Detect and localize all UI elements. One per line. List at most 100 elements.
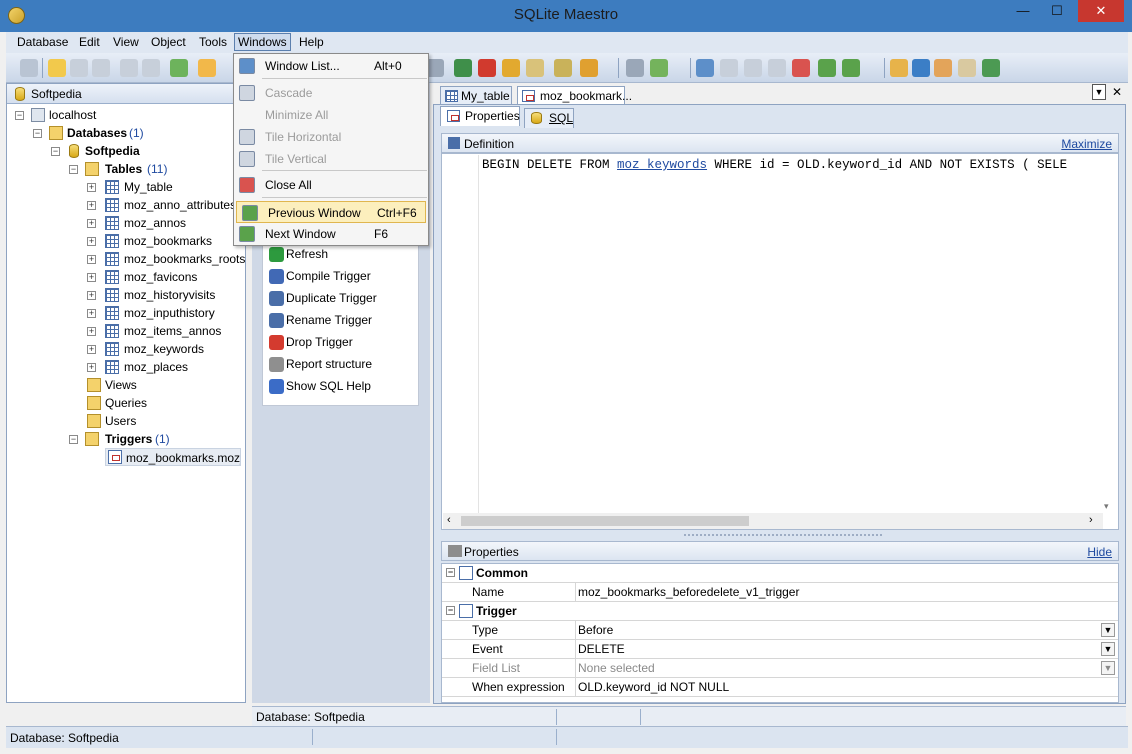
tile-horizontal-icon[interactable] — [744, 59, 762, 77]
vertical-scrollbar[interactable]: ▾ — [1102, 155, 1118, 513]
collapse-icon[interactable]: − — [33, 129, 42, 138]
dropdown-arrow-icon[interactable]: ▼ — [1101, 661, 1115, 675]
bug-icon[interactable] — [580, 59, 598, 77]
expand-icon[interactable]: + — [87, 219, 96, 228]
property-value[interactable]: moz_bookmarks_beforedelete_v1_trigger — [578, 583, 799, 601]
previous-window-icon[interactable] — [818, 59, 836, 77]
tab-moz-bookmarks-trigger[interactable]: moz_bookmark... — [517, 86, 632, 106]
expand-icon[interactable]: + — [87, 345, 96, 354]
maximize-link[interactable]: Maximize — [1061, 137, 1112, 151]
action-item[interactable]: Report structure — [269, 354, 414, 374]
action-item[interactable]: Duplicate Trigger — [269, 288, 414, 308]
sql-editor[interactable] — [441, 153, 1119, 530]
edit-database-icon[interactable] — [70, 59, 88, 77]
action-item[interactable]: Rename Trigger — [269, 310, 414, 330]
hide-link[interactable]: Hide — [1087, 545, 1112, 559]
mail-icon[interactable] — [958, 59, 976, 77]
user-icon[interactable] — [934, 59, 952, 77]
globe-icon[interactable] — [912, 59, 930, 77]
action-item[interactable]: Show SQL Help — [269, 376, 414, 396]
image-icon[interactable] — [454, 59, 472, 77]
collapse-icon[interactable]: − — [69, 165, 78, 174]
menu-view[interactable]: View — [113, 35, 139, 49]
dropdown-arrow-icon[interactable]: ▼ — [1101, 623, 1115, 637]
menu-item[interactable]: Next Window F6 — [234, 223, 428, 245]
action-item[interactable]: Compile Trigger — [269, 266, 414, 286]
refresh-icon[interactable] — [170, 59, 188, 77]
menu-database[interactable]: Database — [17, 35, 68, 49]
property-category[interactable]: − Common — [442, 564, 1118, 583]
minimize-button[interactable]: — — [1006, 0, 1040, 22]
tab-close-icon[interactable]: ✕ — [1110, 84, 1124, 100]
horizontal-scrollbar[interactable]: ‹ › — [443, 513, 1103, 529]
action-item[interactable]: Drop Trigger — [269, 332, 414, 352]
property-value[interactable]: Before — [578, 621, 613, 639]
next-window-icon[interactable] — [842, 59, 860, 77]
filter-icon[interactable] — [626, 59, 644, 77]
scroll-left-icon[interactable]: ‹ — [447, 514, 451, 526]
expand-icon[interactable]: + — [87, 309, 96, 318]
sort-icon[interactable] — [650, 59, 668, 77]
expand-icon[interactable]: + — [87, 201, 96, 210]
package-icon[interactable] — [502, 59, 520, 77]
expand-icon[interactable]: + — [87, 363, 96, 372]
tree-trigger-item[interactable]: moz_bookmarks.moz_bo — [105, 448, 241, 466]
property-row[interactable]: Event DELETE ▼ — [442, 640, 1118, 659]
home-icon[interactable] — [890, 59, 908, 77]
database-properties-icon[interactable] — [198, 59, 216, 77]
tab-dropdown-icon[interactable]: ▼ — [1092, 84, 1106, 100]
maximize-button[interactable]: ☐ — [1040, 0, 1074, 22]
property-value[interactable]: OLD.keyword_id NOT NULL — [578, 678, 729, 696]
window-list-icon[interactable] — [696, 59, 714, 77]
expand-icon[interactable]: + — [87, 273, 96, 282]
close-button[interactable]: ✕ — [1078, 0, 1124, 22]
code-link[interactable]: moz_keywords — [617, 158, 707, 172]
expand-icon[interactable]: + — [87, 237, 96, 246]
collapse-icon[interactable]: − — [446, 606, 455, 615]
scroll-down-icon[interactable]: ▾ — [1104, 501, 1109, 512]
connect-icon[interactable] — [120, 59, 138, 77]
property-value[interactable]: DELETE — [578, 640, 625, 658]
cascade-icon[interactable] — [720, 59, 738, 77]
tile-vertical-icon[interactable] — [768, 59, 786, 77]
subtab-sql[interactable]: SQL — [524, 108, 574, 128]
collapse-icon[interactable]: − — [446, 568, 455, 577]
expand-icon[interactable]: + — [87, 255, 96, 264]
disconnect-icon[interactable] — [142, 59, 160, 77]
chart-icon[interactable] — [478, 59, 496, 77]
script-icon[interactable] — [526, 59, 544, 77]
property-row[interactable]: Type Before ▼ — [442, 621, 1118, 640]
add-database-icon[interactable] — [48, 59, 66, 77]
menu-help[interactable]: Help — [299, 35, 324, 49]
collapse-icon[interactable]: − — [15, 111, 24, 120]
close-all-icon[interactable] — [792, 59, 810, 77]
action-item[interactable]: Refresh — [269, 244, 414, 264]
menu-item[interactable]: Close All — [234, 174, 428, 196]
expand-icon[interactable]: + — [87, 183, 96, 192]
new-icon[interactable] — [20, 59, 38, 77]
menu-item[interactable]: Window List... Alt+0 — [234, 55, 428, 77]
property-row[interactable]: When expression OLD.keyword_id NOT NULL — [442, 678, 1118, 697]
property-row[interactable]: Name moz_bookmarks_beforedelete_v1_trigge… — [442, 583, 1118, 602]
scroll-right-icon[interactable]: › — [1089, 514, 1093, 526]
menu-object[interactable]: Object — [151, 35, 186, 49]
expand-icon[interactable]: + — [87, 327, 96, 336]
tab-my-table[interactable]: My_table — [440, 86, 512, 106]
menu-windows[interactable]: Windows — [234, 33, 291, 51]
sql-code[interactable]: BEGIN DELETE FROM moz_keywords WHERE id … — [482, 158, 1102, 172]
property-value[interactable]: None selected — [578, 659, 655, 677]
property-category[interactable]: − Trigger — [442, 602, 1118, 621]
splitter-handle[interactable] — [683, 533, 883, 538]
collapse-icon[interactable]: − — [69, 435, 78, 444]
export-icon[interactable] — [554, 59, 572, 77]
expand-icon[interactable]: + — [87, 291, 96, 300]
menu-item[interactable]: Previous Window Ctrl+F6 — [236, 201, 426, 223]
property-row[interactable]: Field List None selected ▼ — [442, 659, 1118, 678]
menu-tools[interactable]: Tools — [199, 35, 227, 49]
update-icon[interactable] — [982, 59, 1000, 77]
collapse-icon[interactable]: − — [51, 147, 60, 156]
dropdown-arrow-icon[interactable]: ▼ — [1101, 642, 1115, 656]
subtab-properties[interactable]: Properties — [440, 106, 520, 126]
remove-database-icon[interactable] — [92, 59, 110, 77]
menu-edit[interactable]: Edit — [79, 35, 100, 49]
